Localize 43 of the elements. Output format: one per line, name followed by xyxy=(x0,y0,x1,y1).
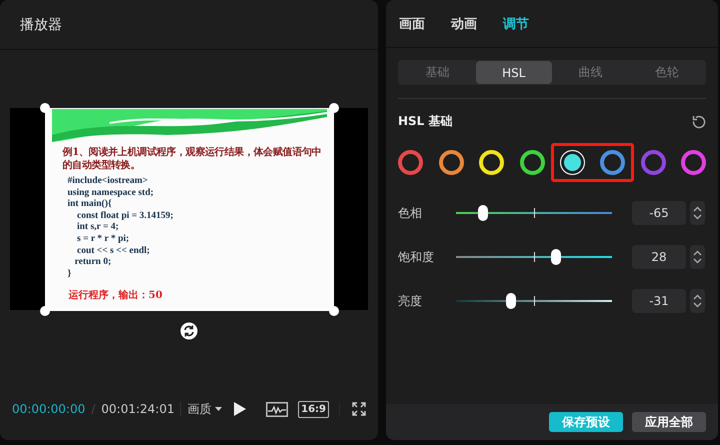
color-swatch[interactable] xyxy=(398,150,423,174)
slider-thumb[interactable] xyxy=(478,205,488,221)
resize-handle[interactable] xyxy=(328,103,338,113)
resize-handle[interactable] xyxy=(328,306,338,316)
fullscreen-icon[interactable] xyxy=(352,402,366,416)
code-text: #include<iostream> using namespace std; int main(){ const float pi = 3.14159; int s,r = 4; s = r * r * pi; cout << s << endl; return 0; } xyxy=(66,176,174,280)
color-swatch[interactable] xyxy=(438,150,464,174)
panel-tab[interactable]: 画面 xyxy=(399,14,425,32)
caret-icon xyxy=(215,407,222,411)
aspect-ratio-button[interactable]: 16:9 xyxy=(298,400,329,418)
slider-label: 亮度 xyxy=(398,292,423,310)
color-swatch[interactable] xyxy=(600,150,625,174)
panel-tab[interactable]: 动画 xyxy=(451,14,477,32)
slider-label: 饱和度 xyxy=(398,248,435,266)
rotate-icon[interactable] xyxy=(180,322,198,340)
play-icon[interactable] xyxy=(234,402,246,416)
resize-handle[interactable] xyxy=(40,306,50,316)
color-swatch[interactable] xyxy=(681,150,706,174)
stepper-icon[interactable] xyxy=(690,289,705,313)
quality-dropdown[interactable]: 画质 xyxy=(187,400,222,418)
value-field[interactable]: 28 xyxy=(632,245,686,269)
color-swatch[interactable] xyxy=(640,150,666,174)
footer-button[interactable]: 应用全部 xyxy=(632,412,706,432)
panel-title: 播放器 xyxy=(20,16,62,34)
stepper-icon[interactable] xyxy=(690,201,705,225)
stepper-icon[interactable] xyxy=(690,245,705,269)
slider-thumb[interactable] xyxy=(506,293,516,309)
slider-thumb[interactable] xyxy=(550,249,561,265)
section-title: HSL 基础 xyxy=(398,113,453,130)
segment-tab[interactable]: HSL xyxy=(476,61,552,84)
value-field[interactable]: -65 xyxy=(632,201,686,225)
value-field[interactable]: -31 xyxy=(632,289,686,313)
reset-icon[interactable] xyxy=(692,114,706,128)
slide-heading: 例1、阅读并上机调试程序，观察运行结果，体会赋值语句中的自动类型转换。 xyxy=(61,146,322,172)
slide-output-text: 运行程序，输出：50 xyxy=(68,288,162,302)
total-time: 00:01:24:01 xyxy=(101,402,174,416)
current-time: 00:00:00:00 xyxy=(12,402,86,416)
color-swatch[interactable] xyxy=(520,150,544,174)
time-separator: / xyxy=(91,402,96,416)
panel-tab[interactable]: 调节 xyxy=(503,14,529,32)
slider-label: 色相 xyxy=(398,204,423,222)
resize-handle[interactable] xyxy=(40,103,50,113)
waveform-icon[interactable] xyxy=(266,402,288,416)
